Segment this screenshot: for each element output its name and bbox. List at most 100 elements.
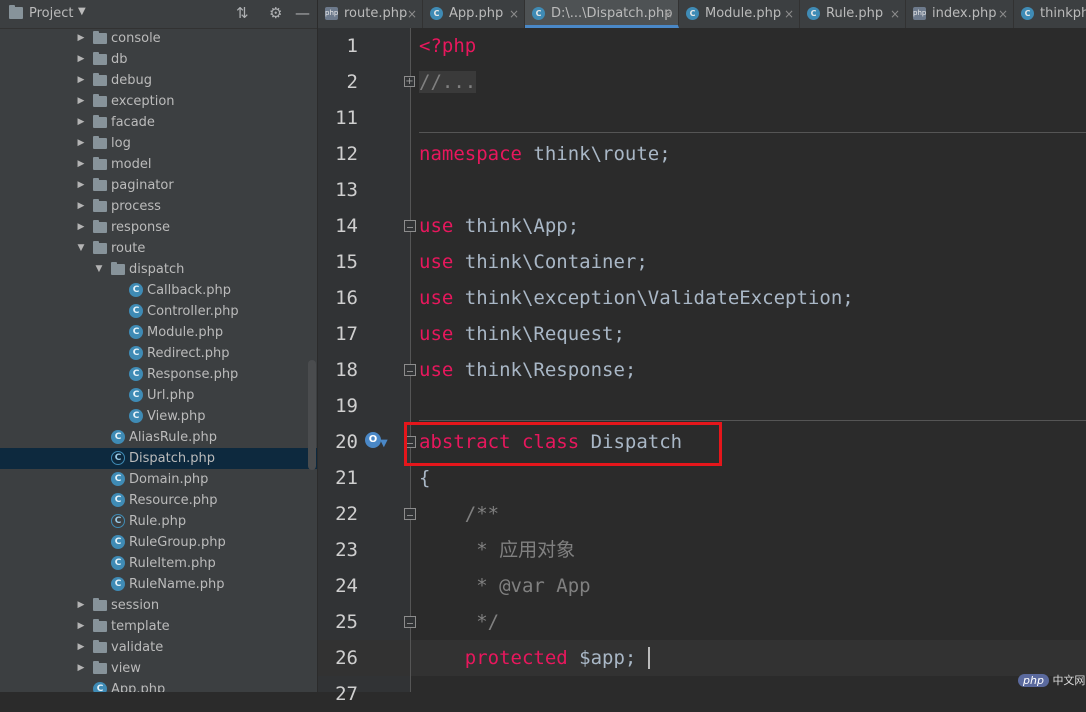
chevron-right-icon[interactable]: ▶ [76,112,86,133]
tree-item-label: log [111,136,131,151]
php-file-icon: php [913,7,926,20]
class-icon: C [111,472,125,486]
tree-file[interactable]: C Controller.php [0,301,317,322]
code-line[interactable]: use think\Container; [419,244,648,280]
close-icon[interactable]: × [663,0,673,28]
tree-folder[interactable]: ▶ response [0,217,317,238]
tree-file[interactable]: C App.php [0,679,317,692]
chevron-right-icon[interactable]: ▶ [76,616,86,637]
tree-folder[interactable]: ▶ process [0,196,317,217]
line-number: 11 [335,107,358,129]
collapse-all-icon[interactable]: ⇅ [236,4,249,22]
code-line[interactable]: protected $app; [419,640,637,676]
close-icon[interactable]: × [784,0,794,28]
expand-fold-icon[interactable]: + [404,76,415,87]
tree-file[interactable]: C Redirect.php [0,343,317,364]
tree-file[interactable]: C RuleName.php [0,574,317,595]
tree-file[interactable]: C Rule.php [0,511,317,532]
chevron-right-icon[interactable]: ▶ [76,196,86,217]
fold-icon[interactable] [404,616,416,628]
code-line[interactable]: use think\App; [419,208,579,244]
line-number: 12 [335,143,358,165]
code-line[interactable]: * 应用对象 [419,532,575,568]
code-line[interactable]: use think\Response; [419,352,636,388]
implemented-marker-icon[interactable]: O [365,432,381,448]
chevron-right-icon[interactable]: ▶ [76,595,86,616]
editor-tab[interactable]: php index.php × [906,0,1014,28]
editor-tab[interactable]: Cthinkphp [1014,0,1086,28]
chevron-right-icon[interactable]: ▶ [76,70,86,91]
editor-tab[interactable]: php route.php × [318,0,423,28]
tree-folder[interactable]: ▶ debug [0,70,317,91]
code-line[interactable]: */ [419,604,499,640]
tree-scrollbar[interactable] [308,360,316,470]
fold-icon[interactable] [404,364,416,376]
chevron-right-icon[interactable]: ▶ [76,28,86,49]
tree-file[interactable]: C Response.php [0,364,317,385]
code-line[interactable]: /** [419,496,499,532]
chevron-right-icon[interactable]: ▶ [76,133,86,154]
tree-folder[interactable]: ▼ route [0,238,317,259]
tree-file[interactable]: C RuleItem.php [0,553,317,574]
code-token: /** [419,503,500,525]
editor-tab[interactable]: C App.php × [423,0,525,28]
minimize-icon[interactable]: — [295,4,310,22]
tree-file[interactable]: C View.php [0,406,317,427]
editor-tab[interactable]: C Rule.php × [800,0,906,28]
tree-folder[interactable]: ▶ console [0,28,317,49]
code-line[interactable]: use think\exception\ValidateException; [419,280,854,316]
code-token: think\Request; [453,323,625,345]
tree-folder[interactable]: ▶ exception [0,91,317,112]
tree-folder[interactable]: ▶ db [0,49,317,70]
tree-file[interactable]: C Callback.php [0,280,317,301]
tree-folder[interactable]: ▼ dispatch [0,259,317,280]
tree-folder[interactable]: ▶ session [0,595,317,616]
tree-item-label: Rule.php [129,514,187,529]
tree-folder[interactable]: ▶ validate [0,637,317,658]
tree-file[interactable]: C RuleGroup.php [0,532,317,553]
tree-file[interactable]: C Resource.php [0,490,317,511]
code-line[interactable]: //... [419,64,477,100]
code-line[interactable]: <?php [419,28,476,64]
site-watermark: php 中文网 [1018,672,1085,690]
tree-item-label: dispatch [129,262,185,277]
class-icon: C [111,535,125,549]
fold-icon[interactable] [404,508,416,520]
chevron-right-icon[interactable]: ▶ [76,154,86,175]
code-token: */ [419,611,500,633]
code-line[interactable]: use think\Request; [419,316,625,352]
chevron-down-icon[interactable]: ▼ [94,259,104,280]
tree-folder[interactable]: ▶ facade [0,112,317,133]
tree-folder[interactable]: ▶ log [0,133,317,154]
chevron-right-icon[interactable]: ▶ [76,175,86,196]
tree-folder[interactable]: ▶ model [0,154,317,175]
code-line[interactable]: * @var App [419,568,590,604]
close-icon[interactable]: × [890,0,900,28]
tree-folder[interactable]: ▶ template [0,616,317,637]
editor-tab[interactable]: C Module.php × [679,0,800,28]
chevron-down-icon[interactable]: ▼ [78,6,86,17]
tree-file[interactable]: C Module.php [0,322,317,343]
chevron-right-icon[interactable]: ▶ [76,49,86,70]
tree-file[interactable]: C Domain.php [0,469,317,490]
close-icon[interactable]: × [509,0,519,28]
chevron-right-icon[interactable]: ▶ [76,217,86,238]
fold-icon[interactable] [404,220,416,232]
line-number: 1 [346,35,358,57]
chevron-down-icon[interactable]: ▼ [76,238,86,259]
chevron-right-icon[interactable]: ▶ [76,658,86,679]
editor-tab[interactable]: C D:\...\Dispatch.php × [525,0,679,28]
tree-file[interactable]: C Dispatch.php [0,448,317,469]
code-line[interactable]: namespace think\route; [419,136,671,172]
tree-folder[interactable]: ▶ view [0,658,317,679]
project-view-selector[interactable]: Project [29,6,73,21]
close-icon[interactable]: × [407,0,417,28]
chevron-right-icon[interactable]: ▶ [76,91,86,112]
close-icon[interactable]: × [998,0,1008,28]
tree-file[interactable]: C AliasRule.php [0,427,317,448]
tree-item-label: Url.php [147,388,195,403]
tree-folder[interactable]: ▶ paginator [0,175,317,196]
gear-icon[interactable]: ⚙ [269,4,282,22]
tree-file[interactable]: C Url.php [0,385,317,406]
chevron-right-icon[interactable]: ▶ [76,637,86,658]
